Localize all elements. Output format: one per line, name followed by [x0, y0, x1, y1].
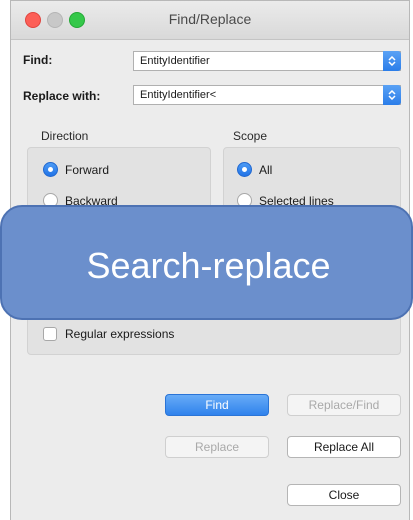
close-button[interactable]: Close: [287, 484, 401, 506]
replace-button[interactable]: Replace: [165, 436, 269, 458]
scope-all-label[interactable]: All: [259, 163, 272, 177]
chevron-updown-icon: [388, 90, 396, 100]
direction-forward-radio[interactable]: [43, 162, 58, 177]
title-bar[interactable]: Find/Replace: [11, 1, 409, 40]
replace-all-button[interactable]: Replace All: [287, 436, 401, 458]
caption-text: Search-replace: [86, 245, 331, 286]
replace-find-button[interactable]: Replace/Find: [287, 394, 401, 416]
chevron-updown-icon: [388, 56, 396, 66]
scope-title: Scope: [233, 129, 268, 143]
find-input-value[interactable]: EntityIdentifier: [140, 55, 210, 67]
find-combobox[interactable]: EntityIdentifier: [133, 51, 401, 71]
replace-label: Replace with:: [23, 89, 101, 103]
find-label: Find:: [23, 53, 53, 67]
find-button[interactable]: Find: [165, 394, 269, 416]
find-dropdown-button[interactable]: [383, 51, 401, 71]
direction-forward-label[interactable]: Forward: [65, 163, 109, 177]
window-title: Find/Replace: [168, 11, 252, 27]
regular-expressions-checkbox[interactable]: [43, 327, 57, 341]
caption-overlay: Search-replace: [0, 205, 413, 320]
replace-dropdown-button[interactable]: [383, 85, 401, 105]
scope-all-radio[interactable]: [237, 162, 252, 177]
direction-title: Direction: [41, 129, 89, 143]
regular-expressions-label[interactable]: Regular expressions: [65, 327, 174, 341]
replace-input-value[interactable]: EntityIdentifier<: [140, 89, 216, 101]
replace-combobox[interactable]: EntityIdentifier<: [133, 85, 401, 105]
